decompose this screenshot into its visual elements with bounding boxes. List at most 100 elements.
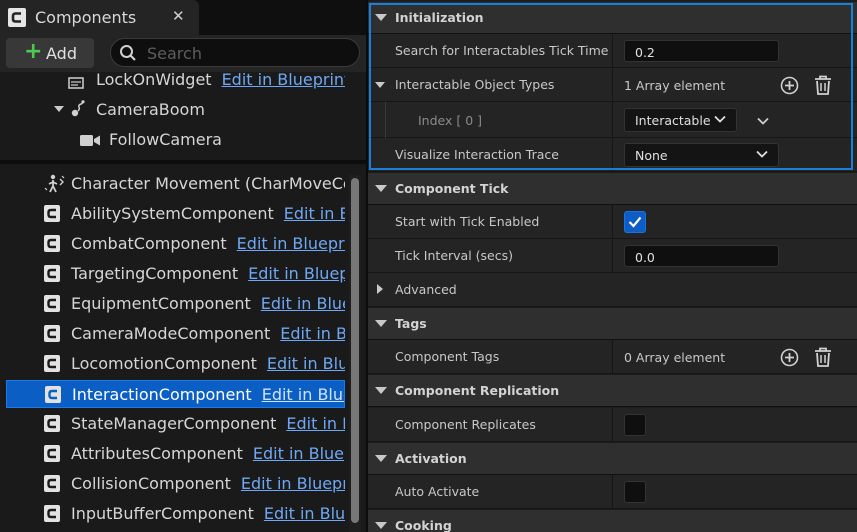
list-item-name: CombatComponent	[71, 234, 227, 253]
start-tick-checkbox[interactable]	[624, 211, 646, 233]
component-icon	[44, 475, 60, 492]
prop-label: Auto Activate	[395, 484, 480, 499]
tab-bar: Components ✕	[0, 0, 366, 35]
prop-component-tags: Component Tags 0 Array element	[368, 340, 857, 374]
chevron-down-icon[interactable]	[757, 116, 769, 126]
list-item-name: TargetingComponent	[71, 264, 239, 283]
trash-icon[interactable]	[814, 75, 832, 95]
collapse-arrow-icon	[375, 185, 387, 192]
edit-in-blueprint-link[interactable]: Edit in Blueprint	[248, 264, 345, 283]
component-icon	[44, 235, 60, 252]
list-item-collision[interactable]: CollisionComponent Edit in Blueprint	[6, 470, 345, 498]
section-tags[interactable]: Tags	[368, 308, 857, 340]
section-initialization[interactable]: Initialization	[368, 2, 857, 34]
spring-arm-icon	[71, 100, 85, 117]
section-title: Component Tick	[395, 181, 509, 196]
search-box[interactable]	[110, 38, 360, 67]
component-icon	[45, 386, 61, 403]
collapse-arrow-icon	[375, 387, 387, 394]
scrollbar-thumb[interactable]	[351, 178, 359, 523]
replicates-checkbox[interactable]	[624, 414, 646, 436]
edit-in-blueprint-link[interactable]: Edit in Blueprint	[237, 234, 345, 253]
list-item-equipment[interactable]: EquipmentComponent Edit in Blueprint	[6, 290, 345, 318]
prop-label: Interactable Object Types	[395, 77, 555, 92]
components-panel: Components ✕ + Add LockOnWidget Edit in B…	[0, 0, 366, 532]
list-item-name: Character Movement (CharMoveComp)	[71, 174, 345, 193]
widget-icon	[68, 77, 84, 89]
add-element-icon[interactable]	[780, 348, 799, 367]
section-cooking[interactable]: Cooking	[368, 510, 857, 532]
prop-component-replicates: Component Replicates	[368, 408, 857, 442]
add-button[interactable]: + Add	[6, 38, 94, 68]
collapse-arrow-icon[interactable]	[375, 82, 385, 88]
visualize-trace-dropdown[interactable]: None	[624, 143, 779, 167]
edit-in-blueprint-link[interactable]: Edit in Blueprint	[253, 444, 345, 463]
checkmark-icon	[628, 216, 642, 228]
list-item-cameramode[interactable]: CameraModeComponent Edit in Blueprint	[6, 320, 345, 348]
edit-in-blueprint-link[interactable]: Edit in Blueprint	[261, 294, 345, 313]
prop-label: Index [ 0 ]	[418, 113, 483, 128]
add-element-icon[interactable]	[780, 76, 799, 95]
prop-label: Start with Tick Enabled	[395, 214, 540, 229]
add-button-label: Add	[46, 44, 77, 63]
prop-label: Visualize Interaction Trace	[395, 147, 559, 162]
tree-item-followcamera[interactable]: FollowCamera	[6, 126, 345, 154]
list-item-name: LocomotionComponent	[71, 354, 257, 373]
prop-advanced[interactable]: Advanced	[368, 273, 857, 307]
collapse-arrow-icon	[375, 455, 387, 462]
list-item-name: CollisionComponent	[71, 474, 231, 493]
auto-activate-checkbox[interactable]	[624, 481, 646, 503]
list-item-name: InteractionComponent	[72, 385, 252, 404]
edit-in-blueprint-link[interactable]: Edit in Blueprint	[241, 474, 345, 493]
list-item-inputbuffer[interactable]: InputBufferComponent Edit in Blueprint	[6, 500, 345, 528]
trash-icon[interactable]	[814, 347, 832, 367]
section-title: Cooking	[395, 518, 452, 532]
tree-item-lockonwidget[interactable]: LockOnWidget Edit in Blueprint	[6, 68, 345, 96]
chevron-down-icon	[756, 150, 768, 158]
edit-in-blueprint-link[interactable]: Edit in Blueprint	[280, 324, 345, 343]
chevron-down-icon	[714, 115, 726, 123]
section-title: Activation	[395, 451, 467, 466]
list-item-attributes[interactable]: AttributesComponent Edit in Blueprint	[6, 440, 345, 468]
edit-in-blueprint-link[interactable]: Edit in Blueprint	[262, 385, 344, 404]
edit-in-blueprint-link[interactable]: Edit in Blueprint	[222, 70, 345, 89]
component-icon	[44, 325, 60, 342]
list-item-abilitysystem[interactable]: AbilitySystemComponent Edit in Blueprint	[6, 200, 345, 228]
search-input[interactable]	[145, 42, 349, 64]
list-item-name: AttributesComponent	[71, 444, 243, 463]
collapse-arrow-icon	[375, 14, 387, 21]
tab-components[interactable]: Components ✕	[0, 0, 199, 35]
list-item-name: CameraModeComponent	[71, 324, 271, 343]
list-item-targeting[interactable]: TargetingComponent Edit in Blueprint	[6, 260, 345, 288]
prop-interactable-object-types: Interactable Object Types 1 Array elemen…	[368, 68, 857, 102]
prop-index-0: Index [ 0 ] Interactable	[368, 102, 857, 138]
character-movement-icon	[44, 174, 65, 193]
section-activation[interactable]: Activation	[368, 443, 857, 475]
section-component-tick[interactable]: Component Tick	[368, 173, 857, 205]
list-item-combat[interactable]: CombatComponent Edit in Blueprint	[6, 230, 345, 258]
section-component-replication[interactable]: Component Replication	[368, 375, 857, 407]
close-icon[interactable]: ✕	[172, 7, 185, 25]
dropdown-value: None	[635, 148, 668, 163]
tree-item-cameraboom[interactable]: CameraBoom	[6, 96, 345, 124]
edit-in-blueprint-link[interactable]: Edit in Blueprint	[284, 204, 345, 223]
component-icon	[44, 505, 60, 522]
tick-interval-input[interactable]: 0.0	[624, 245, 779, 267]
component-icon	[44, 415, 60, 432]
edit-in-blueprint-link[interactable]: Edit in Blueprint	[267, 354, 345, 373]
edit-in-blueprint-link[interactable]: Edit in Blueprint	[264, 504, 345, 523]
edit-in-blueprint-link[interactable]: Edit in Blueprint	[286, 414, 345, 433]
section-title: Component Replication	[395, 383, 560, 398]
list-item-locomotion[interactable]: LocomotionComponent Edit in Blueprint	[6, 350, 345, 378]
search-tick-time-input[interactable]: 0.2	[624, 40, 779, 62]
list-item-interaction[interactable]: InteractionComponent Edit in Blueprint	[6, 380, 345, 408]
expand-arrow-icon[interactable]	[54, 106, 64, 112]
list-item-statemanager[interactable]: StateManagerComponent Edit in Blueprint	[6, 410, 345, 438]
prop-tick-interval: Tick Interval (secs) 0.0	[368, 239, 857, 273]
expand-arrow-icon[interactable]	[377, 284, 383, 294]
index-0-dropdown[interactable]: Interactable	[624, 108, 737, 132]
section-divider	[0, 160, 366, 164]
dropdown-value: Interactable	[635, 113, 711, 128]
prop-label: Advanced	[395, 282, 457, 297]
list-item-character-movement[interactable]: Character Movement (CharMoveComp)	[6, 170, 345, 198]
